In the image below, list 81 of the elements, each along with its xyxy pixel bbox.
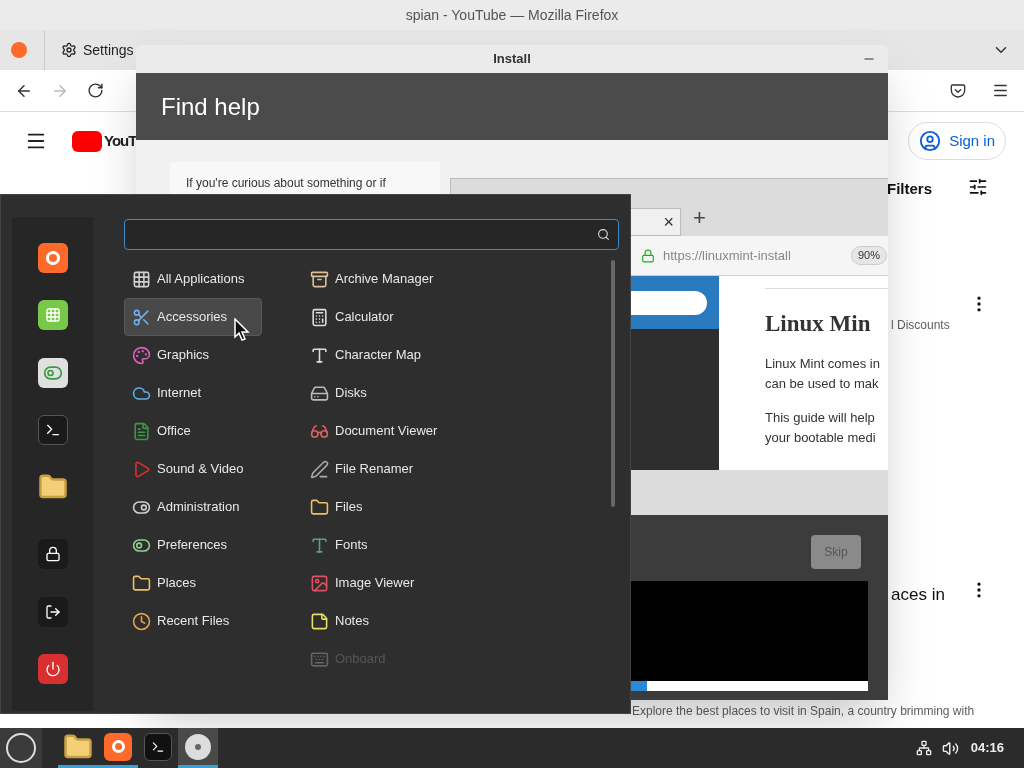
window-title: Install xyxy=(493,50,531,69)
app-item[interactable]: Character Map xyxy=(306,336,486,374)
grid-icon xyxy=(132,269,151,289)
taskbar-app[interactable] xyxy=(178,728,218,768)
youtube-logo[interactable]: YouT xyxy=(104,130,137,153)
browser-tab[interactable]: Settings xyxy=(57,39,138,61)
app-item[interactable]: Files xyxy=(306,488,486,526)
scrollbar[interactable] xyxy=(611,260,615,507)
gear-icon xyxy=(61,42,77,58)
article-text: can be used to mak xyxy=(765,374,880,393)
app-item[interactable]: Archive Manager xyxy=(306,260,486,298)
clock[interactable]: 04:16 xyxy=(970,738,1004,758)
image-icon xyxy=(310,573,329,593)
video-title: aces in xyxy=(891,584,945,606)
reload-icon[interactable] xyxy=(87,82,104,99)
mint-logo-icon xyxy=(6,733,36,763)
article-text: This guide will help xyxy=(765,408,876,427)
category-item[interactable]: Office xyxy=(124,412,262,450)
app-item[interactable]: Disks xyxy=(306,374,486,412)
app-item[interactable]: Image Viewer xyxy=(306,564,486,602)
category-item[interactable]: Graphics xyxy=(124,336,262,374)
zoom-badge[interactable]: 90% xyxy=(851,246,888,265)
firefox-icon[interactable] xyxy=(37,243,68,273)
pocket-icon[interactable] xyxy=(950,82,966,99)
category-item[interactable]: Administration xyxy=(124,488,262,526)
menu-icon[interactable] xyxy=(992,82,1009,99)
power-icon[interactable] xyxy=(37,653,68,684)
video-meta: l Discounts xyxy=(891,317,950,334)
new-tab-glyph[interactable]: + xyxy=(693,201,706,234)
app-item[interactable]: Notes xyxy=(306,602,486,640)
close-tab-glyph[interactable]: × xyxy=(663,208,674,236)
document-icon xyxy=(132,421,151,441)
play-icon xyxy=(132,459,151,479)
character-icon xyxy=(310,345,329,365)
lock-icon xyxy=(641,248,655,263)
start-menu-button[interactable] xyxy=(0,728,42,768)
article-heading: Linux Min xyxy=(765,310,872,338)
note-icon xyxy=(310,611,329,631)
category-item[interactable]: Sound & Video xyxy=(124,450,262,488)
toggles-icon[interactable] xyxy=(37,357,68,388)
category-item[interactable]: Internet xyxy=(124,374,262,412)
apps-grid-icon[interactable] xyxy=(37,300,68,331)
firefox-icon xyxy=(104,732,132,761)
app-item[interactable]: File Renamer xyxy=(306,450,486,488)
filters-icon[interactable] xyxy=(968,177,988,197)
article-text: your bootable medi xyxy=(765,428,877,447)
pointer-icon xyxy=(234,318,250,342)
window-title: spian - YouTube — Mozilla Firefox xyxy=(0,0,1024,30)
article-text: Linux Mint comes in xyxy=(765,354,881,373)
network-icon[interactable] xyxy=(915,740,932,756)
search-field[interactable] xyxy=(124,219,619,250)
keyboard-icon xyxy=(310,649,329,669)
category-item[interactable]: All Applications xyxy=(124,260,262,298)
terminal-icon xyxy=(144,732,172,761)
filters-label[interactable]: Filters xyxy=(887,178,932,201)
folder-icon xyxy=(310,497,329,517)
terminal-icon[interactable] xyxy=(37,414,68,445)
scissors-icon xyxy=(132,307,151,327)
category-item[interactable]: Preferences xyxy=(124,526,262,564)
intro-text: If you're curious about something or if xyxy=(186,175,386,192)
category-item[interactable]: Recent Files xyxy=(124,602,262,640)
app-item[interactable]: Calculator xyxy=(306,298,486,336)
palette-icon xyxy=(132,345,151,365)
user-icon xyxy=(919,130,942,152)
play-logo-icon xyxy=(72,130,102,152)
clock-icon xyxy=(132,611,151,631)
calculator-icon xyxy=(310,307,329,327)
app-item[interactable]: Fonts xyxy=(306,526,486,564)
lock-icon[interactable] xyxy=(37,539,68,570)
search-icon[interactable] xyxy=(597,228,610,241)
archive-icon xyxy=(310,269,329,289)
font-icon xyxy=(310,535,329,555)
pen-icon xyxy=(310,459,329,479)
folder-icon xyxy=(132,573,151,593)
category-item[interactable]: Places xyxy=(124,564,262,602)
logout-icon[interactable] xyxy=(37,596,68,627)
page-heading: Find help xyxy=(161,91,260,122)
volume-icon[interactable] xyxy=(941,739,959,757)
app-item[interactable]: Document Viewer xyxy=(306,412,486,450)
category-item[interactable]: Accessories xyxy=(124,298,262,336)
video-description: Explore the best places to visit in Spain, a country brimming with xyxy=(632,703,975,720)
